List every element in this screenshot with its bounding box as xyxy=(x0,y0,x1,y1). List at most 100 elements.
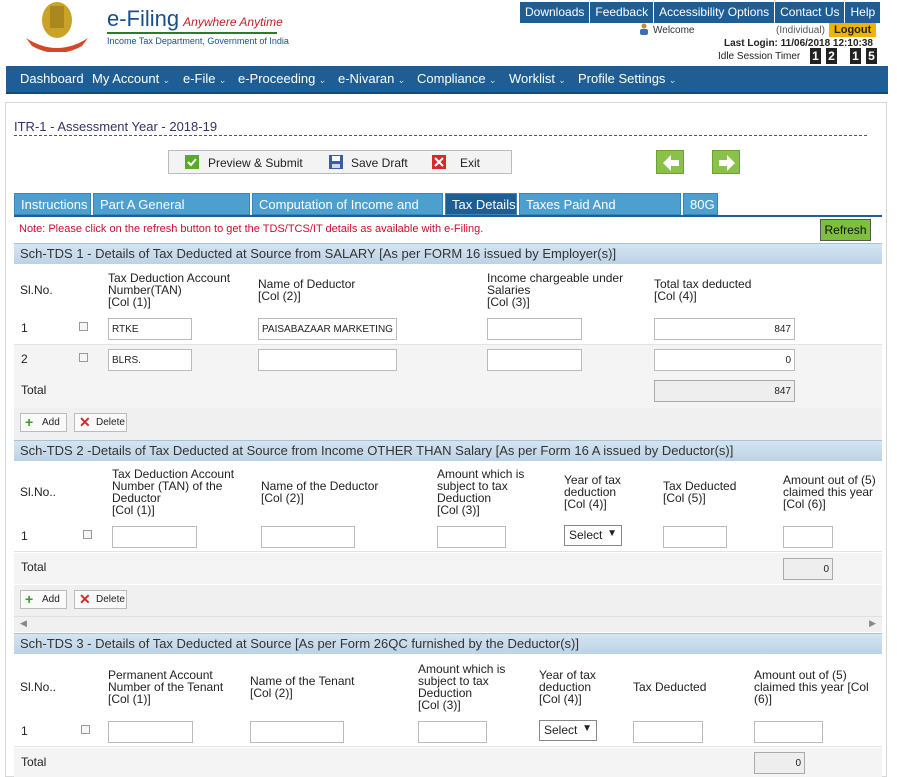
chevron-down-icon: ▼ xyxy=(582,723,592,734)
deductor-name-input[interactable] xyxy=(258,349,397,371)
nav-e-file[interactable]: e-File ⌄ xyxy=(183,71,226,86)
row-sl-no: 1 xyxy=(21,321,28,335)
tab-computation[interactable]: Computation of Income and Tax xyxy=(252,193,443,234)
tax-deducted-input[interactable] xyxy=(654,318,795,340)
tab-underline xyxy=(14,215,882,217)
tenant-name-input[interactable] xyxy=(250,721,344,743)
tds2-col-claimed: Amount out of (5) claimed this year [Col (… xyxy=(783,473,876,511)
tds1-col-total-tax: Total tax deducted [Col (4)] xyxy=(654,277,752,303)
claimed-amount-input[interactable] xyxy=(783,526,833,548)
income-input[interactable] xyxy=(487,318,582,340)
contact-link[interactable]: Contact Us xyxy=(775,2,846,23)
save-draft-button[interactable]: Save Draft xyxy=(351,156,408,170)
nav-e-proceeding[interactable]: e-Proceeding ⌄ xyxy=(238,71,326,86)
help-link[interactable]: Help xyxy=(845,2,882,23)
tab-part-a-general[interactable]: Part A General Information xyxy=(93,193,250,234)
year-select[interactable]: Select ▼ xyxy=(539,720,597,741)
claimed-amount-input[interactable] xyxy=(754,721,823,743)
tds1-col-tan: Tax Deduction Account Number(TAN) [Col (1)… xyxy=(108,271,231,309)
scroll-right-icon[interactable]: ▶ xyxy=(869,618,876,629)
delete-button[interactable]: ✕ Delete xyxy=(74,590,127,609)
previous-tab-button[interactable] xyxy=(656,150,684,174)
refresh-note: Note: Please click on the refresh button… xyxy=(19,223,484,235)
close-icon: ✕ xyxy=(79,591,91,607)
tax-deducted-input[interactable] xyxy=(663,526,727,548)
tan-input[interactable] xyxy=(108,349,192,371)
nav-my-account[interactable]: My Account ⌄ xyxy=(92,71,170,86)
brand-title: e-Filing Anywhere Anytime xyxy=(107,6,283,31)
tab-tax-details[interactable]: Tax Details xyxy=(445,193,517,215)
timer-digit: 1 xyxy=(850,48,861,64)
add-button[interactable]: + Add xyxy=(20,590,67,609)
income-input[interactable] xyxy=(487,349,582,371)
preview-submit-button[interactable]: Preview & Submit xyxy=(208,156,303,170)
arrow-left-icon xyxy=(663,155,679,171)
brand-divider xyxy=(107,32,277,34)
check-icon xyxy=(185,155,199,169)
row-sl-no: 2 xyxy=(21,352,28,366)
total-label: Total xyxy=(21,560,47,574)
scroll-left-icon[interactable]: ◀ xyxy=(20,618,27,629)
plus-icon: + xyxy=(25,591,34,607)
total-label: Total xyxy=(21,755,47,769)
tab-80g[interactable]: 80G xyxy=(683,193,718,215)
tds1-col-income: Income chargeable under Salaries [Col (3)] xyxy=(487,271,624,309)
feedback-link[interactable]: Feedback xyxy=(590,2,655,23)
tds3-col-claimed: Amount out of (5) claimed this year [Col(… xyxy=(754,668,869,706)
next-tab-button[interactable] xyxy=(712,150,740,174)
pan-input[interactable] xyxy=(108,721,193,743)
tan-input[interactable] xyxy=(108,318,192,340)
nav-dashboard[interactable]: Dashboard xyxy=(20,71,84,86)
tds1-col-deductor: Name of Deductor [Col (2)] xyxy=(258,277,356,303)
row-checkbox[interactable] xyxy=(79,353,88,362)
tds2-col-slno: Sl.No.. xyxy=(20,485,57,499)
year-select[interactable]: Select ▼ xyxy=(564,525,622,546)
tds3-col-tax: Tax Deducted xyxy=(633,680,707,694)
delete-button[interactable]: ✕ Delete xyxy=(74,413,127,432)
logout-button[interactable]: Logout xyxy=(829,23,877,37)
tds1-buttons-bar xyxy=(14,408,882,440)
total-tax-field xyxy=(654,380,795,402)
tab-taxes-paid[interactable]: Taxes Paid And Verification xyxy=(519,193,681,234)
tan-input[interactable] xyxy=(112,526,197,548)
tax-deducted-input[interactable] xyxy=(633,721,703,743)
refresh-button[interactable]: Refresh xyxy=(820,219,871,241)
tds2-header: Sch-TDS 2 -Details of Tax Deducted at So… xyxy=(14,440,882,461)
row-sl-no: 1 xyxy=(21,724,28,738)
tds2-col-amount: Amount which is subject to tax Deduction [C… xyxy=(437,467,525,517)
amount-input[interactable] xyxy=(437,526,506,548)
save-icon xyxy=(329,155,343,169)
accessibility-link[interactable]: Accessibility Options xyxy=(654,2,776,23)
tds3-col-pan: Permanent Account Number of the Tenant [Co… xyxy=(108,668,224,706)
tds2-col-tax: Tax Deducted [Col (5)] xyxy=(663,479,737,505)
nav-profile-settings[interactable]: Profile Settings ⌄ xyxy=(578,71,676,86)
nav-e-nivaran[interactable]: e-Nivaran ⌄ xyxy=(338,71,405,86)
row-checkbox[interactable] xyxy=(79,322,88,331)
nav-compliance[interactable]: Compliance ⌄ xyxy=(417,71,496,86)
add-button[interactable]: + Add xyxy=(20,413,67,432)
timer-digit: 5 xyxy=(866,48,877,64)
row-checkbox[interactable] xyxy=(83,530,92,539)
close-icon: ✕ xyxy=(79,414,91,430)
tax-deducted-input[interactable] xyxy=(654,349,795,371)
tds3-header: Sch-TDS 3 - Details of Tax Deducted at S… xyxy=(14,633,882,654)
amount-input[interactable] xyxy=(418,721,487,743)
tds3-col-year: Year of tax deduction [Col (4)] xyxy=(539,668,596,706)
brand-subtitle: Income Tax Department, Government of Ind… xyxy=(107,36,289,46)
tds2-buttons-bar xyxy=(14,585,882,616)
tds1-col-slno: Sl.No. xyxy=(20,283,53,297)
tds3-col-tenant: Name of the Tenant [Col (2)] xyxy=(250,674,355,700)
horizontal-scrollbar[interactable]: ◀ ▶ xyxy=(14,616,882,632)
tds3-col-amount: Amount which is subject to tax Deduction [C… xyxy=(418,662,506,712)
exit-icon xyxy=(432,155,446,169)
tds2-col-deductor: Name of the Deductor [Col (2)] xyxy=(261,479,379,505)
idle-timer-label: Idle Session Timer xyxy=(718,51,801,62)
downloads-link[interactable]: Downloads xyxy=(520,2,591,23)
deductor-name-input[interactable] xyxy=(258,318,397,340)
deductor-name-input[interactable] xyxy=(261,526,355,548)
row-checkbox[interactable] xyxy=(81,725,90,734)
nav-worklist[interactable]: Worklist ⌄ xyxy=(509,71,566,86)
exit-button[interactable]: Exit xyxy=(460,156,480,170)
arrow-right-icon xyxy=(719,155,735,171)
tab-instructions[interactable]: Instructions xyxy=(14,193,91,215)
